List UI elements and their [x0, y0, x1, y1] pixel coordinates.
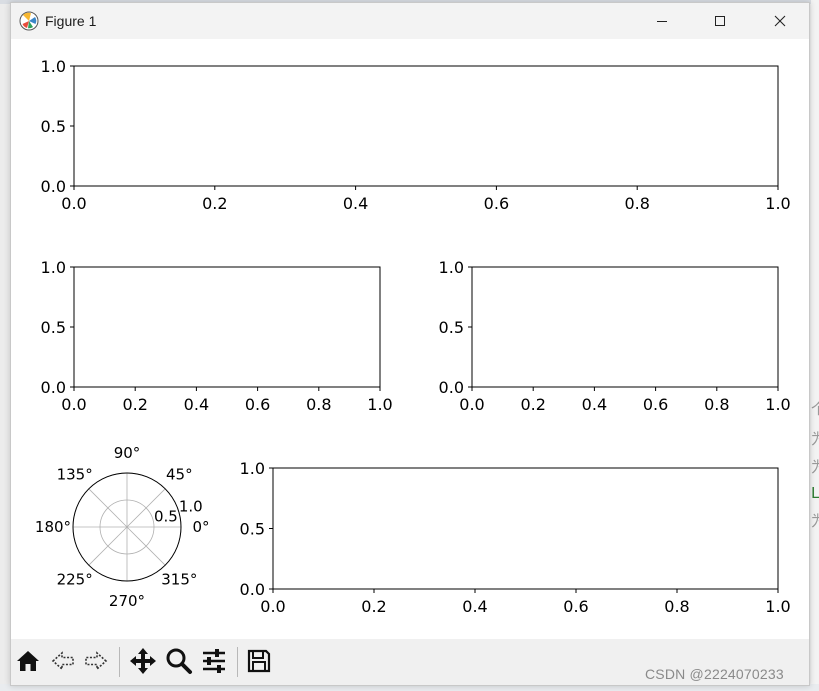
zoom-button[interactable]: [164, 648, 194, 678]
polar-theta-tick-label: 225°: [57, 570, 93, 588]
pan-move-icon: [129, 647, 157, 679]
y-tick-label: 0.5: [41, 318, 66, 337]
subplot-2: 0.0 0.2 0.4 0.6 0.8 1.0 0.0 0.5 1.0: [41, 258, 393, 414]
y-tick-label: 0.5: [41, 117, 66, 136]
x-tick-label: 0.0: [61, 395, 86, 414]
x-tick-label: 0.8: [704, 395, 729, 414]
x-tick-label: 0.6: [563, 597, 588, 616]
back-button[interactable]: [48, 648, 78, 678]
watermark-text: CSDN @2224070233: [645, 666, 784, 682]
polar-grid-spoke: [126, 526, 166, 566]
close-button[interactable]: [757, 3, 803, 39]
figure-window: Figure 1 0.0 0.2 0.4 0.6 0.8 1.0 0.0 0.5 1.0 0.0 0…: [10, 2, 810, 686]
back-arrow-icon: [50, 648, 76, 678]
forward-button[interactable]: [81, 648, 111, 678]
forward-arrow-icon: [83, 648, 109, 678]
polar-grid-spoke: [88, 488, 128, 528]
x-tick-label: 0.2: [361, 597, 386, 616]
y-tick-label: 0.0: [439, 378, 464, 397]
x-tick-label: 1.0: [765, 194, 790, 213]
minimize-button[interactable]: [639, 3, 685, 39]
x-tick-label: 0.4: [343, 194, 368, 213]
x-tick-label: 0.4: [582, 395, 607, 414]
axes-frame: [471, 266, 779, 388]
window-title: Figure 1: [45, 13, 97, 29]
x-tick-label: 0.8: [664, 597, 689, 616]
polar-theta-tick-label: 315°: [161, 570, 197, 588]
maximize-button[interactable]: [697, 3, 743, 39]
axes-frame: [73, 266, 381, 388]
polar-theta-tick-label: 0°: [192, 518, 209, 536]
x-tick-label: 0.0: [459, 395, 484, 414]
axes-frame: [73, 65, 779, 187]
toolbar-separator: [119, 647, 120, 677]
x-tick-label: 0.8: [306, 395, 331, 414]
polar-radial-tick-label: 1.0: [179, 497, 203, 515]
x-tick-label: 0.4: [462, 597, 487, 616]
subplot-5: 0.0 0.2 0.4 0.6 0.8 1.0 0.0 0.5 1.0: [240, 459, 791, 616]
x-tick-label: 1.0: [765, 395, 790, 414]
x-tick-label: 1.0: [765, 597, 790, 616]
polar-theta-tick-label: 135°: [57, 466, 93, 484]
subplot-4: 0° 45° 90° 135° 180° 225° 270° 315° 0.51.0: [35, 444, 210, 610]
y-tick-label: 0.0: [240, 580, 265, 599]
sliders-icon: [200, 647, 228, 679]
x-tick-label: 0.0: [260, 597, 285, 616]
x-tick-label: 1.0: [367, 395, 392, 414]
x-tick-label: 0.2: [202, 194, 227, 213]
title-bar[interactable]: Figure 1: [11, 3, 809, 39]
floppy-disk-icon: [246, 648, 272, 678]
x-tick-label: 0.0: [61, 194, 86, 213]
polar-theta-tick-label: 180°: [35, 518, 71, 536]
figure-svg: 0.0 0.2 0.4 0.6 0.8 1.00.00.51.00.0 0.2 0.4 0.6 0…: [35, 57, 791, 616]
close-icon: [774, 15, 786, 27]
toolbar-separator: [237, 647, 238, 677]
figure-canvas[interactable]: 0.0 0.2 0.4 0.6 0.8 1.0 0.0 0.5 1.0 0.0 0.2 0.4 0.6 0…: [11, 39, 809, 639]
x-tick-label: 0.8: [624, 194, 649, 213]
y-tick-label: 0.0: [41, 378, 66, 397]
x-tick-label: 0.6: [643, 395, 668, 414]
x-tick-label: 0.2: [122, 395, 147, 414]
configure-subplots-button[interactable]: [199, 648, 229, 678]
polar-grid-spoke: [88, 526, 128, 566]
pan-button[interactable]: [128, 648, 158, 678]
polar-theta-tick-label: 45°: [166, 466, 193, 484]
x-tick-label: 0.4: [184, 395, 209, 414]
x-tick-label: 0.6: [245, 395, 270, 414]
polar-theta-tick-label: 90°: [114, 444, 141, 462]
home-button[interactable]: [13, 648, 43, 678]
matplotlib-logo-icon: [19, 11, 39, 31]
y-tick-label: 1.0: [439, 258, 464, 277]
x-tick-label: 0.6: [484, 194, 509, 213]
y-tick-label: 1.0: [41, 258, 66, 277]
subplot-1: 0.0 0.2 0.4 0.6 0.8 1.0 0.0 0.5 1.0: [41, 57, 791, 213]
y-tick-label: 0.0: [41, 177, 66, 196]
y-tick-label: 0.5: [240, 520, 265, 539]
x-tick-label: 0.2: [520, 395, 545, 414]
zoom-magnifier-icon: [165, 647, 193, 679]
background-window-sliver: 个 为 为 La 为: [811, 0, 819, 691]
save-button[interactable]: [244, 648, 274, 678]
polar-theta-tick-label: 270°: [109, 592, 145, 610]
y-tick-label: 0.5: [439, 318, 464, 337]
polar-radial-tick-label: 0.5: [154, 508, 178, 526]
y-tick-label: 1.0: [240, 459, 265, 478]
axes-frame: [272, 467, 779, 590]
minimize-icon: [656, 15, 668, 27]
subplot-3: 0.0 0.2 0.4 0.6 0.8 1.0 0.0 0.5 1.0: [439, 258, 791, 414]
home-icon: [15, 648, 41, 678]
y-tick-label: 1.0: [41, 57, 66, 76]
maximize-icon: [714, 15, 726, 27]
